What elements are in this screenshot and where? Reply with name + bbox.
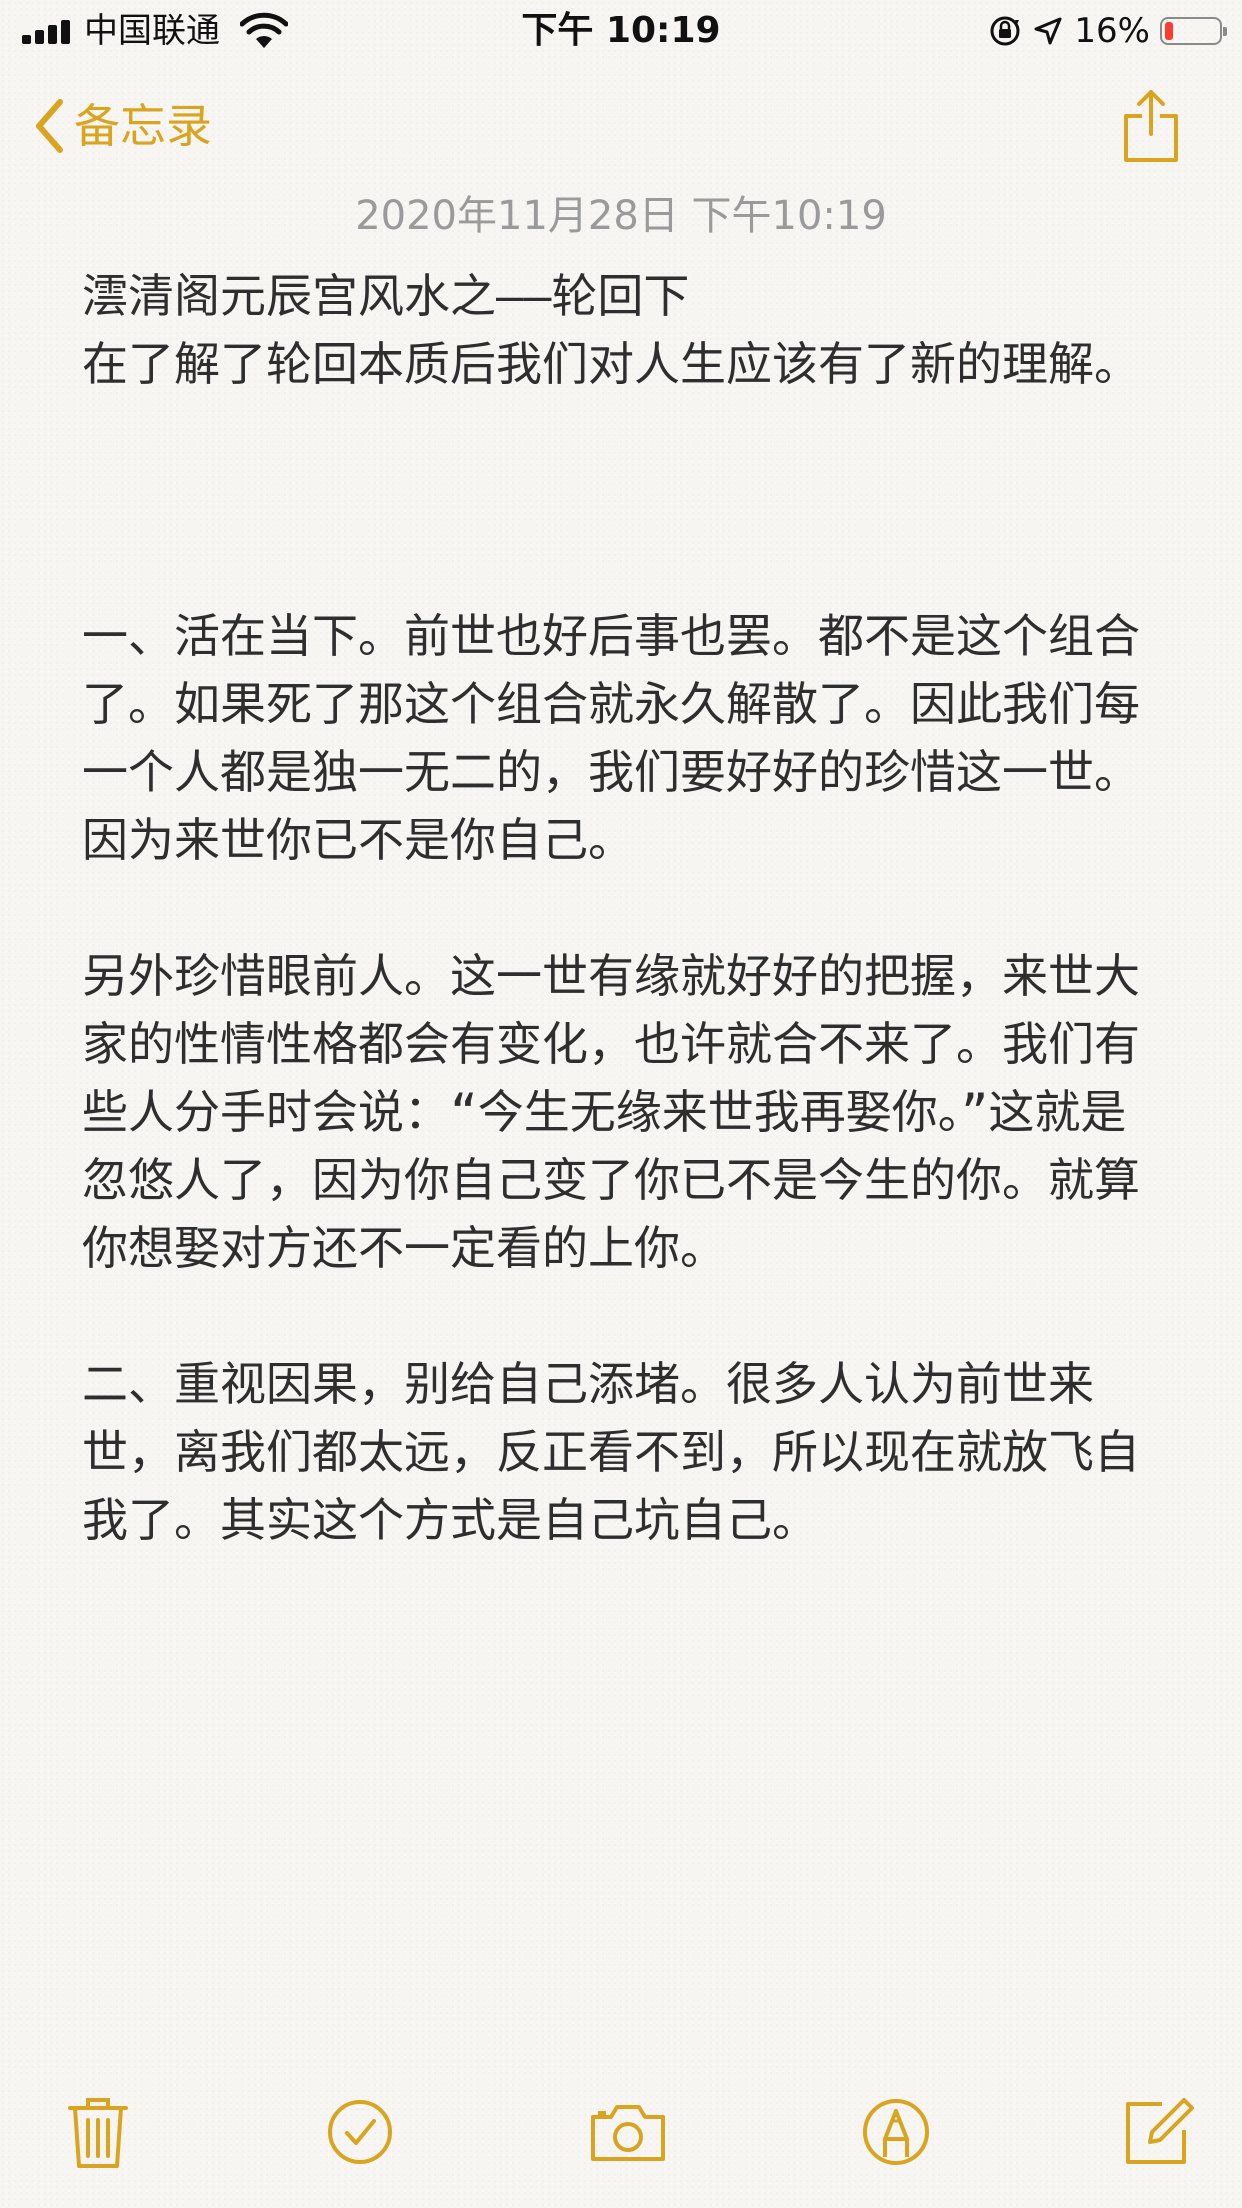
battery-icon xyxy=(1160,17,1227,45)
markup-button[interactable] xyxy=(856,2092,936,2172)
compose-button[interactable] xyxy=(1118,2092,1198,2172)
share-button[interactable] xyxy=(1120,88,1182,164)
camera-button[interactable] xyxy=(588,2092,668,2172)
chevron-left-icon xyxy=(36,99,63,153)
status-bar: 中国联通 下午 10:19 16% xyxy=(0,0,1242,62)
camera-icon xyxy=(591,2105,665,2161)
markup-icon xyxy=(863,2099,929,2165)
status-right-group: 16% xyxy=(988,8,1227,54)
checklist-button[interactable] xyxy=(320,2092,400,2172)
share-icon xyxy=(1124,90,1178,162)
orientation-lock-icon xyxy=(990,16,1020,46)
bottom-toolbar xyxy=(0,2078,1242,2208)
compose-icon xyxy=(1126,2098,1194,2164)
trash-icon xyxy=(68,2098,128,2168)
battery-level xyxy=(1165,22,1173,40)
note-body[interactable]: 澐清阁元辰宫风水之——轮回下 在了解了轮回本质后我们对人生应该有了新的理解。 一… xyxy=(82,262,1172,1554)
battery-percent: 16% xyxy=(1074,11,1150,51)
location-icon xyxy=(1034,17,1062,45)
back-label: 备忘录 xyxy=(74,99,212,153)
checklist-icon xyxy=(328,2100,392,2164)
note-date: 2020年11月28日 下午10:19 xyxy=(355,193,887,239)
delete-button[interactable] xyxy=(58,2092,138,2172)
back-button[interactable]: 备忘录 xyxy=(34,88,212,164)
